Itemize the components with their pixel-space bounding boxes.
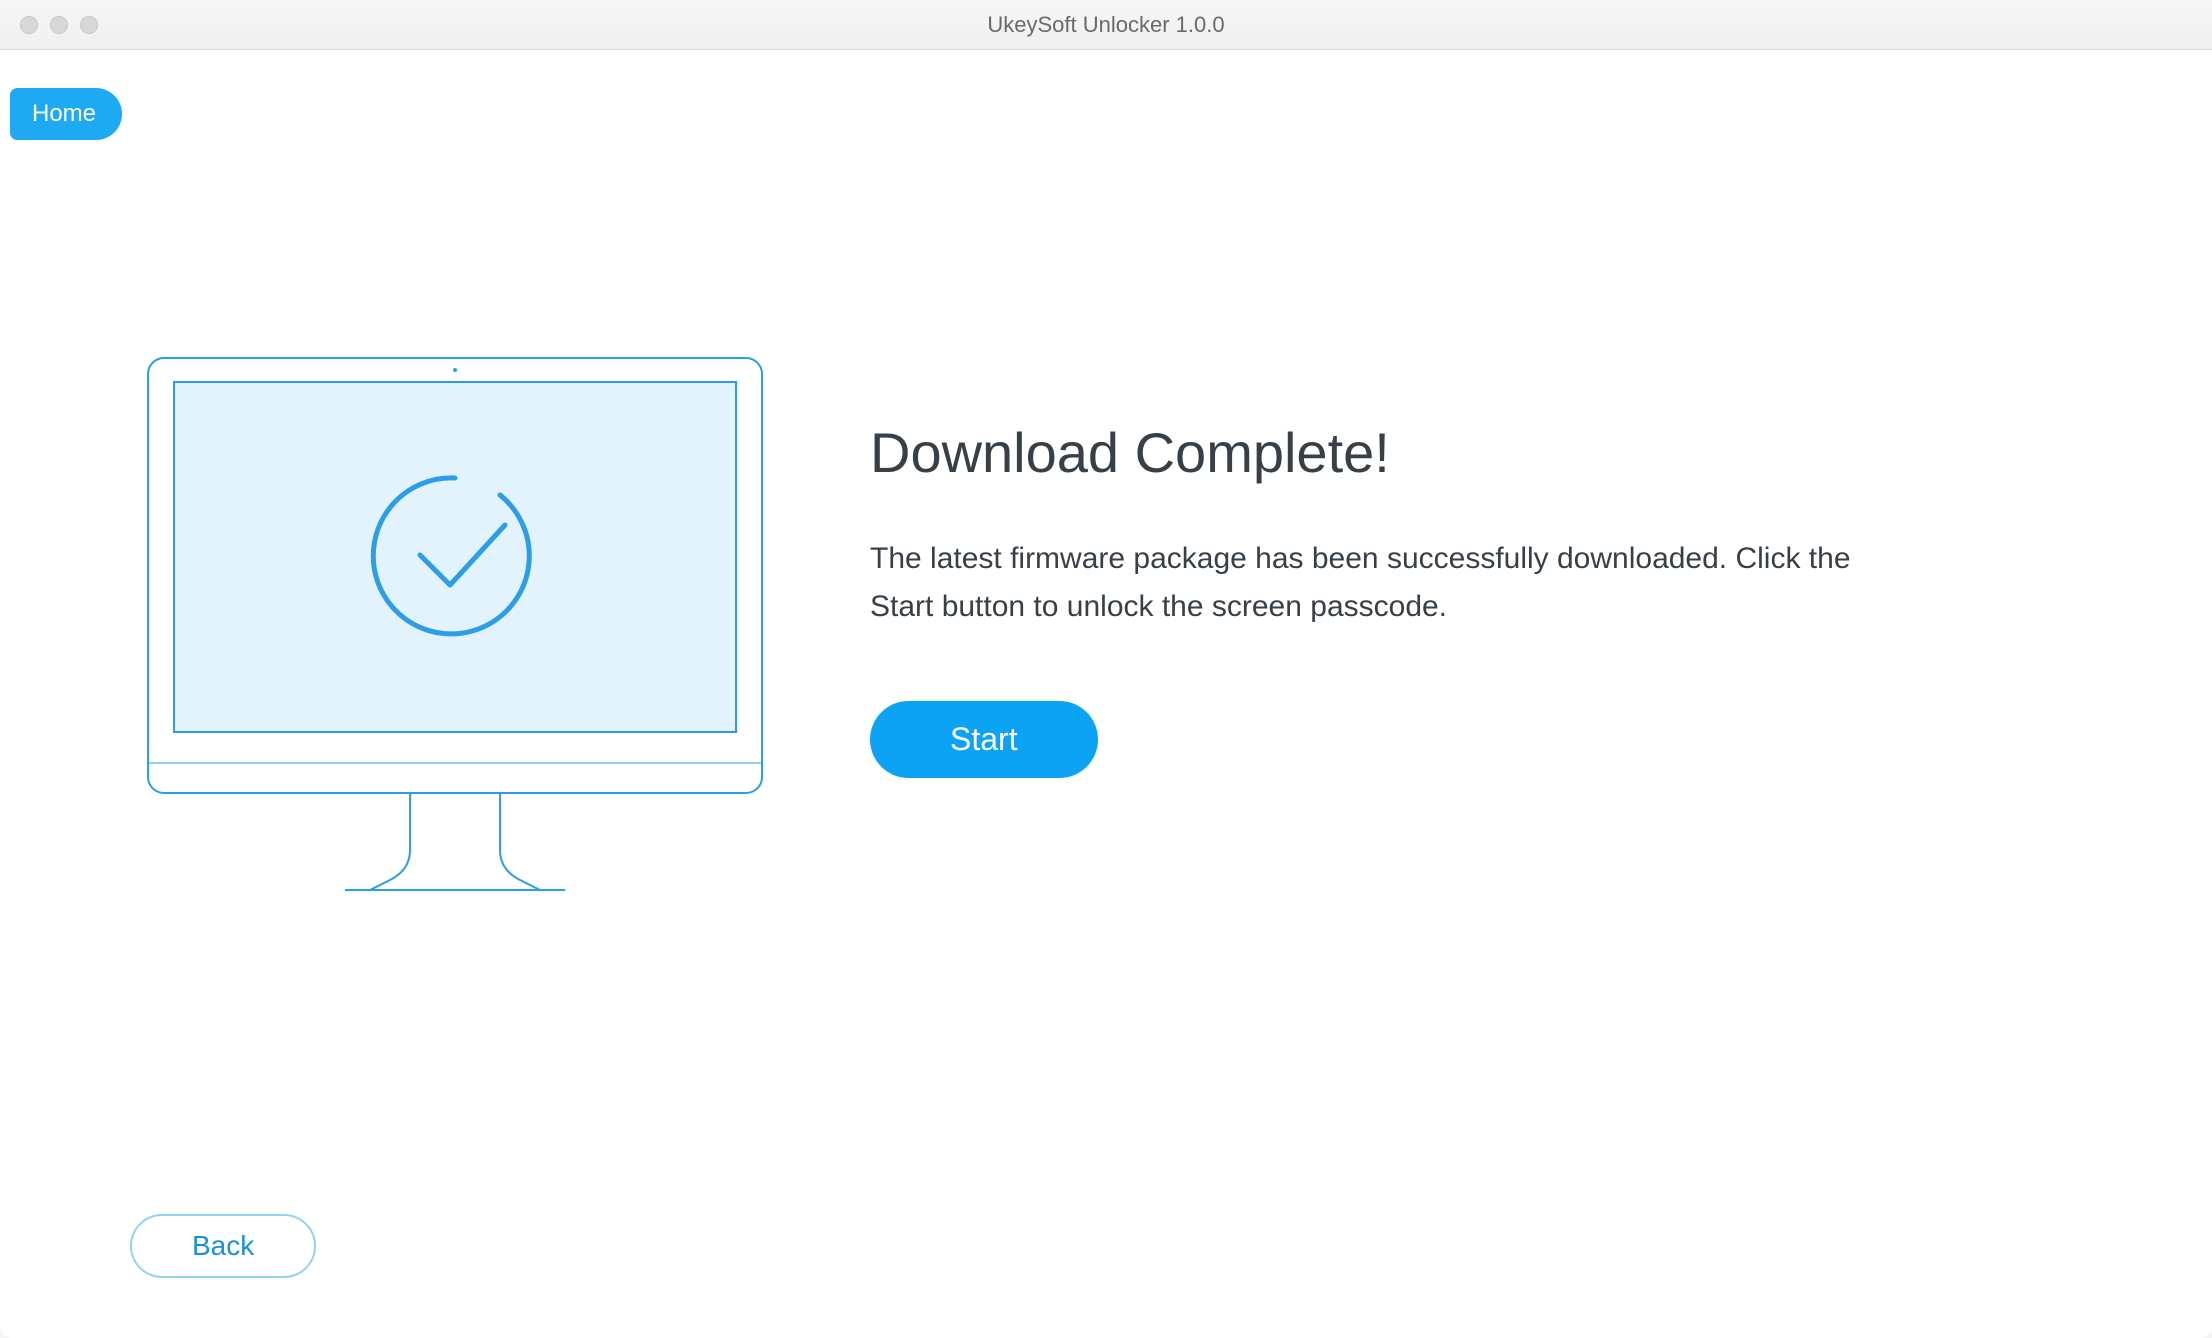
back-button[interactable]: Back [130, 1214, 316, 1278]
close-window-button[interactable] [20, 16, 38, 34]
monitor-checkmark-icon [140, 350, 770, 915]
main-area: Download Complete! The latest firmware p… [0, 50, 2212, 915]
home-button[interactable]: Home [10, 88, 122, 140]
body-text: The latest firmware package has been suc… [870, 535, 1920, 631]
minimize-window-button[interactable] [50, 16, 68, 34]
traffic-lights [20, 16, 98, 34]
maximize-window-button[interactable] [80, 16, 98, 34]
titlebar: UkeySoft Unlocker 1.0.0 [0, 0, 2212, 50]
page-heading: Download Complete! [870, 420, 2212, 485]
content-column: Download Complete! The latest firmware p… [870, 350, 2212, 778]
window-title: UkeySoft Unlocker 1.0.0 [987, 12, 1224, 38]
app-body: Home Download C [0, 50, 2212, 1338]
start-button[interactable]: Start [870, 701, 1098, 778]
